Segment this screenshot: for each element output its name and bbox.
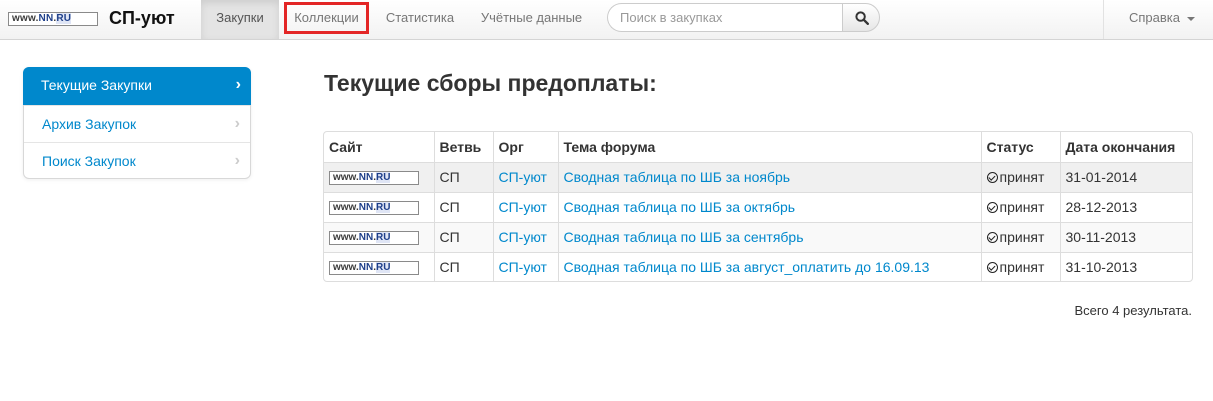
nav-tab-statistics[interactable]: Статистика [380, 0, 460, 39]
nav-tab-account-data[interactable]: Учётные данные [474, 0, 589, 39]
help-label: Справка [1129, 10, 1180, 25]
search-form [607, 3, 880, 32]
end-date-cell: 28-12-2013 [1059, 191, 1192, 222]
branch-cell: СП [433, 221, 493, 252]
column-header-end-date: Дата окончания [1059, 132, 1192, 162]
sidebar-item-label: Поиск Закупок [42, 153, 136, 169]
org-link[interactable]: СП-уют [499, 169, 547, 185]
results-count: Всего 4 результата. [1074, 303, 1193, 318]
page-title: Текущие сборы предоплаты: [324, 70, 657, 96]
check-circle-icon [986, 202, 998, 213]
column-header-branch: Ветвь [433, 132, 493, 162]
top-navbar: www.NN.RU СП-уют Закупки Коллекции Стати… [0, 0, 1213, 40]
org-link[interactable]: СП-уют [499, 259, 547, 275]
brand-title[interactable]: СП-уют [109, 6, 175, 30]
end-date-cell: 31-10-2013 [1059, 251, 1192, 281]
nav-tab-label: Статистика [385, 10, 455, 25]
prepayment-table: Сайт Ветвь Орг Тема форума Статус Дата о… [323, 131, 1193, 282]
status-cell: принят [980, 161, 1060, 192]
sidebar-item-label: Архив Закупок [42, 116, 137, 132]
org-cell: СП-уют [492, 221, 558, 252]
end-date-cell: 30-11-2013 [1059, 221, 1192, 252]
org-cell: СП-уют [492, 191, 558, 222]
nav-tab-label: Учётные данные [480, 10, 583, 25]
table-header-row: Сайт Ветвь Орг Тема форума Статус Дата о… [324, 132, 1192, 162]
caret-down-icon [1186, 16, 1195, 21]
branch-cell: СП [433, 161, 493, 192]
column-header-org: Орг [492, 132, 558, 162]
status-text: принят [999, 229, 1045, 245]
column-header-status: Статус [980, 132, 1060, 162]
column-header-forum-topic: Тема форума [557, 132, 981, 162]
search-icon [855, 11, 869, 25]
check-circle-icon [986, 232, 998, 243]
status-text: принят [999, 169, 1045, 185]
status-cell: принят [980, 251, 1060, 281]
topic-cell: Сводная таблица по ШБ за октябрь [557, 191, 981, 222]
branch-cell: СП [433, 191, 493, 222]
site-logo[interactable]: www.NN.RU [329, 201, 419, 216]
chevron-right-icon: › [234, 152, 240, 169]
table-row: www.NN.RU СП СП-уют Сводная таблица по Ш… [324, 191, 1192, 222]
sidebar-item-purchase-search[interactable]: Поиск Закупок › [24, 142, 250, 179]
org-link[interactable]: СП-уют [499, 199, 547, 215]
forum-topic-link[interactable]: Сводная таблица по ШБ за август_оплатить… [564, 259, 930, 275]
status-text: принят [999, 259, 1045, 276]
search-input[interactable] [607, 3, 843, 32]
org-cell: СП-уют [492, 251, 558, 281]
table-row: www.NN.RU СП СП-уют Сводная таблица по Ш… [324, 251, 1192, 281]
sidebar-item-label: Текущие Закупки [41, 77, 152, 93]
search-button[interactable] [842, 3, 880, 32]
end-date-cell: 31-01-2014 [1059, 161, 1192, 192]
help-dropdown[interactable]: Справка [1103, 0, 1213, 39]
table-row: www.NN.RU СП СП-уют Сводная таблица по Ш… [324, 221, 1192, 252]
site-cell: www.NN.RU [324, 221, 434, 252]
status-cell: принят [980, 191, 1060, 222]
site-cell: www.NN.RU [324, 161, 434, 192]
sidebar-item-current-purchases[interactable]: Текущие Закупки › [23, 67, 251, 105]
nav-tab-purchases[interactable]: Закупки [201, 0, 279, 39]
site-logo[interactable]: www.NN.RU [329, 261, 419, 276]
topic-cell: Сводная таблица по ШБ за август_оплатить… [557, 251, 981, 281]
site-cell: www.NN.RU [324, 191, 434, 222]
nav-tab-label: Закупки [216, 10, 264, 25]
nav-tab-collections[interactable]: Коллекции [284, 2, 369, 34]
site-logo[interactable]: www.NN.RU [8, 12, 98, 26]
site-cell: www.NN.RU [324, 251, 434, 281]
forum-topic-link[interactable]: Сводная таблица по ШБ за октябрь [564, 199, 796, 215]
check-circle-icon [986, 262, 998, 274]
forum-topic-link[interactable]: Сводная таблица по ШБ за ноябрь [564, 169, 791, 185]
status-text: принят [999, 199, 1045, 215]
status-cell: принят [980, 221, 1060, 252]
org-cell: СП-уют [492, 161, 558, 192]
sidebar-nav: Текущие Закупки › Архив Закупок › Поиск … [23, 67, 251, 179]
sidebar-item-purchase-archive[interactable]: Архив Закупок › [24, 105, 250, 142]
topic-cell: Сводная таблица по ШБ за сентябрь [557, 221, 981, 252]
chevron-right-icon: › [234, 115, 240, 132]
forum-topic-link[interactable]: Сводная таблица по ШБ за сентябрь [564, 229, 804, 245]
column-header-site: Сайт [329, 138, 363, 155]
chevron-right-icon: › [235, 76, 241, 93]
site-logo[interactable]: www.NN.RU [329, 171, 419, 186]
branch-cell: СП [433, 251, 493, 281]
org-link[interactable]: СП-уют [499, 229, 547, 245]
check-circle-icon [986, 172, 998, 183]
table-row: www.NN.RU СП СП-уют Сводная таблица по Ш… [324, 161, 1192, 192]
nav-tab-label: Коллекции [294, 10, 359, 25]
site-logo[interactable]: www.NN.RU [329, 231, 419, 246]
topic-cell: Сводная таблица по ШБ за ноябрь [557, 161, 981, 192]
